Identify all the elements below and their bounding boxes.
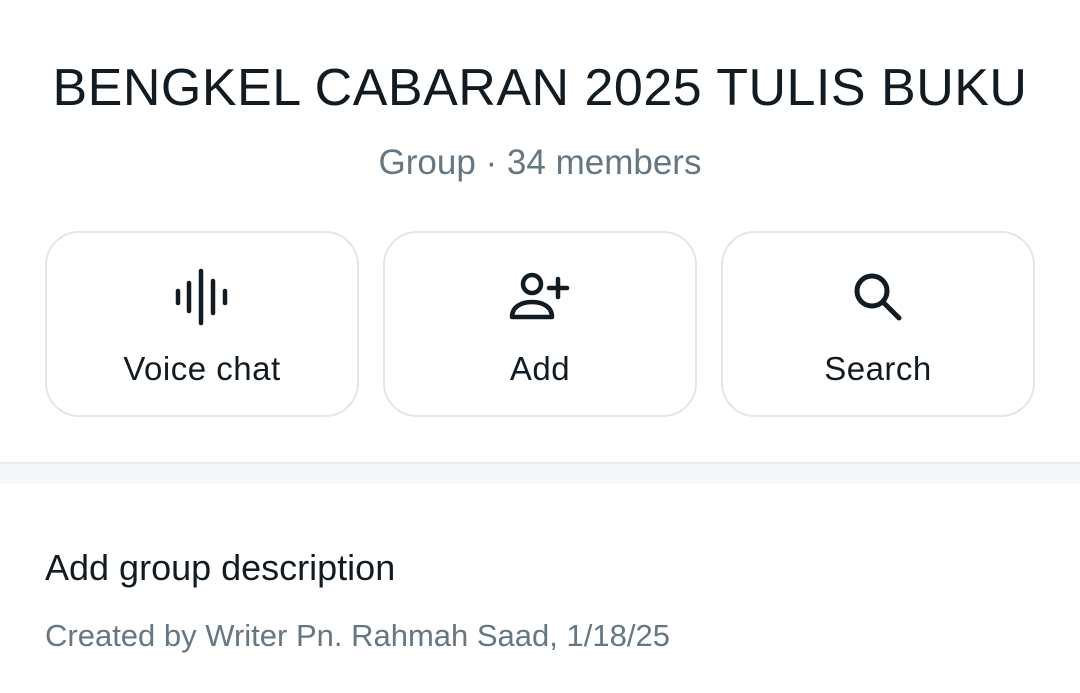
- search-label: Search: [824, 350, 932, 387]
- voice-chat-icon: [170, 265, 234, 329]
- created-by-text: Created by Writer Pn. Rahmah Saad, 1/18/…: [45, 618, 670, 653]
- section-divider: [0, 462, 1080, 484]
- group-header: BENGKEL CABARAN 2025 TULIS BUKU Group · …: [0, 0, 1080, 462]
- add-group-description-link[interactable]: Add group description: [45, 546, 395, 590]
- voice-chat-label: Voice chat: [123, 350, 281, 387]
- group-member-count: Group · 34 members: [378, 143, 702, 182]
- add-label: Add: [509, 350, 571, 387]
- add-person-icon: [508, 265, 572, 329]
- group-info-screen: BENGKEL CABARAN 2025 TULIS BUKU Group · …: [0, 0, 1080, 693]
- description-section: Add group description Created by Writer …: [0, 484, 1080, 693]
- add-member-button[interactable]: Add: [383, 231, 697, 417]
- voice-chat-button[interactable]: Voice chat: [45, 231, 359, 417]
- search-button[interactable]: Search: [721, 231, 1035, 417]
- search-icon: [846, 265, 910, 329]
- action-buttons: Voice chat Add Search: [45, 231, 1035, 417]
- group-title: BENGKEL CABARAN 2025 TULIS BUKU: [52, 59, 1028, 117]
